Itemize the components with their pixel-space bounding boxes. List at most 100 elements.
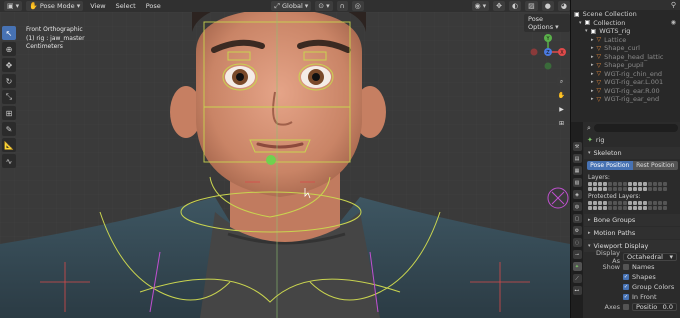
layer-toggle[interactable] xyxy=(648,182,652,186)
chevron-right-icon[interactable]: ▸ xyxy=(591,37,594,43)
layer-toggle[interactable] xyxy=(613,206,617,210)
collection-eye-icon[interactable]: ◉ xyxy=(671,19,676,26)
layer-toggle[interactable] xyxy=(648,201,652,205)
pose-tool-button[interactable]: ∿ xyxy=(2,154,16,168)
shading-solid-button[interactable]: ● xyxy=(541,1,554,11)
visibility-button[interactable]: ◉ ▾ xyxy=(471,1,490,11)
annotate-tool-button[interactable]: ✎ xyxy=(2,122,16,136)
tab-output[interactable]: ▦ xyxy=(572,166,582,175)
layer-toggle[interactable] xyxy=(643,187,647,191)
layer-toggle[interactable] xyxy=(633,206,637,210)
chevron-down-icon[interactable]: ▾ xyxy=(585,28,588,34)
layer-toggle[interactable] xyxy=(618,206,622,210)
tab-view-layer[interactable]: ▧ xyxy=(572,178,582,187)
in-front-checkbox[interactable]: ✓ xyxy=(623,294,629,300)
layer-toggle[interactable] xyxy=(613,182,617,186)
chevron-right-icon[interactable]: ▸ xyxy=(591,79,594,85)
rest-position-button[interactable]: Rest Position xyxy=(632,161,678,170)
layer-toggle[interactable] xyxy=(658,187,662,191)
overlay-toggle-button[interactable]: ◐ xyxy=(509,1,522,11)
outliner-item[interactable]: ▾ ▣ WGTS_rig xyxy=(571,27,680,36)
layer-toggle[interactable] xyxy=(648,187,652,191)
layer-toggle[interactable] xyxy=(653,201,657,205)
layer-toggle[interactable] xyxy=(588,206,592,210)
layer-toggle[interactable] xyxy=(658,182,662,186)
layer-toggle[interactable] xyxy=(633,182,637,186)
tab-scene[interactable]: ◈ xyxy=(572,190,582,199)
shading-material-button[interactable]: ◕ xyxy=(557,1,570,11)
transform-orientation-dropdown[interactable]: ⤢ Global ▾ xyxy=(271,1,312,11)
outliner-item[interactable]: ▸ ▽ WGT-rig_ear.L.001 xyxy=(571,78,680,87)
tab-armature-data[interactable]: ✦ xyxy=(572,262,582,271)
gizmo-toggle-button[interactable]: ✥ xyxy=(493,1,506,11)
layer-toggle[interactable] xyxy=(593,187,597,191)
layer-toggle[interactable] xyxy=(653,187,657,191)
outliner-collection[interactable]: ▾ ▣ Collection ◉ xyxy=(571,19,680,28)
outliner-item[interactable]: ▸ ▽ Shape_head_lattic xyxy=(571,53,680,62)
datablock-row[interactable]: ✦ rig xyxy=(584,134,680,146)
layer-toggle[interactable] xyxy=(608,187,612,191)
layer-toggle[interactable] xyxy=(658,206,662,210)
layer-toggle[interactable] xyxy=(663,206,667,210)
outliner-item[interactable]: ▸ ▽ Shape_curl xyxy=(571,44,680,53)
layer-toggle[interactable] xyxy=(588,187,592,191)
layer-toggle[interactable] xyxy=(618,187,622,191)
layer-toggle[interactable] xyxy=(623,206,627,210)
expand-chevron-icon[interactable]: ▾ xyxy=(579,20,582,26)
chevron-right-icon[interactable]: ▸ xyxy=(591,62,594,68)
layer-toggle[interactable] xyxy=(628,206,632,210)
layer-toggle[interactable] xyxy=(628,182,632,186)
outliner-item[interactable]: ▸ ▽ WGT-rig_ear.R.00 xyxy=(571,87,680,96)
layer-toggle[interactable] xyxy=(598,182,602,186)
rotate-tool-button[interactable]: ↻ xyxy=(2,74,16,88)
pan-button[interactable]: ✋ xyxy=(556,90,567,101)
camera-view-button[interactable]: ▶ xyxy=(556,104,567,115)
outliner-item[interactable]: ▸ ▽ WGT-rig_ear_end xyxy=(571,95,680,104)
outliner-filter-icon[interactable]: ⚲ xyxy=(671,1,676,9)
tab-tool[interactable]: ⚒ xyxy=(572,142,582,151)
layer-toggle[interactable] xyxy=(628,187,632,191)
display-as-dropdown[interactable]: Octahedral ▾ xyxy=(623,253,677,261)
layer-toggle[interactable] xyxy=(593,201,597,205)
tab-modifiers[interactable]: ⚙ xyxy=(572,226,582,235)
layer-toggle[interactable] xyxy=(663,187,667,191)
layer-toggle[interactable] xyxy=(598,201,602,205)
skeleton-section-header[interactable]: ▾ Skeleton xyxy=(584,147,680,159)
layer-toggle[interactable] xyxy=(633,187,637,191)
layer-toggle[interactable] xyxy=(598,206,602,210)
pivot-point-button[interactable]: ⊙ ▾ xyxy=(315,1,333,11)
outliner-item[interactable]: ▸ ▽ WGT-rig_chin_end xyxy=(571,70,680,79)
layer-toggle[interactable] xyxy=(593,182,597,186)
layer-toggle[interactable] xyxy=(603,182,607,186)
layer-toggle[interactable] xyxy=(643,206,647,210)
layer-toggle[interactable] xyxy=(663,182,667,186)
layer-toggle[interactable] xyxy=(623,201,627,205)
layer-toggle[interactable] xyxy=(648,206,652,210)
chevron-right-icon[interactable]: ▸ xyxy=(591,54,594,60)
layer-toggle[interactable] xyxy=(618,201,622,205)
menu-pose[interactable]: Pose xyxy=(143,2,164,10)
layer-toggle[interactable] xyxy=(623,182,627,186)
measure-tool-button[interactable]: 📐 xyxy=(2,138,16,152)
shapes-checkbox[interactable]: ✓ xyxy=(623,274,629,280)
pose-position-button[interactable]: Pose Position xyxy=(587,161,633,170)
chevron-right-icon[interactable]: ▸ xyxy=(591,71,594,77)
transform-tool-button[interactable]: ⊞ xyxy=(2,106,16,120)
tab-physics[interactable]: ◌ xyxy=(572,238,582,247)
3d-viewport[interactable]: ↖ ⊕ ✥ ↻ ⤡ ⊞ ✎ 📐 ∿ Front Orthographic (1)… xyxy=(0,12,570,318)
chevron-right-icon[interactable]: ▸ xyxy=(591,88,594,94)
tab-bone[interactable]: ⟋ xyxy=(572,274,582,283)
mode-dropdown[interactable]: ✋ Pose Mode ▾ xyxy=(26,1,84,11)
layer-toggle[interactable] xyxy=(603,206,607,210)
axes-position-field[interactable]: Positio 0.0 xyxy=(632,303,677,311)
outliner-item[interactable]: ▸ ▽ Shape_pupil xyxy=(571,61,680,70)
tab-constraints[interactable]: ⊸ xyxy=(572,250,582,259)
snap-button[interactable]: ∩ xyxy=(336,1,348,11)
layer-toggle[interactable] xyxy=(638,206,642,210)
menu-select[interactable]: Select xyxy=(113,2,139,10)
xray-toggle-button[interactable]: ▨ xyxy=(525,1,538,11)
jaw-bone-selected[interactable] xyxy=(266,155,276,165)
layer-toggle[interactable] xyxy=(618,182,622,186)
layer-toggle[interactable] xyxy=(658,201,662,205)
select-tool-button[interactable]: ↖ xyxy=(2,26,16,40)
